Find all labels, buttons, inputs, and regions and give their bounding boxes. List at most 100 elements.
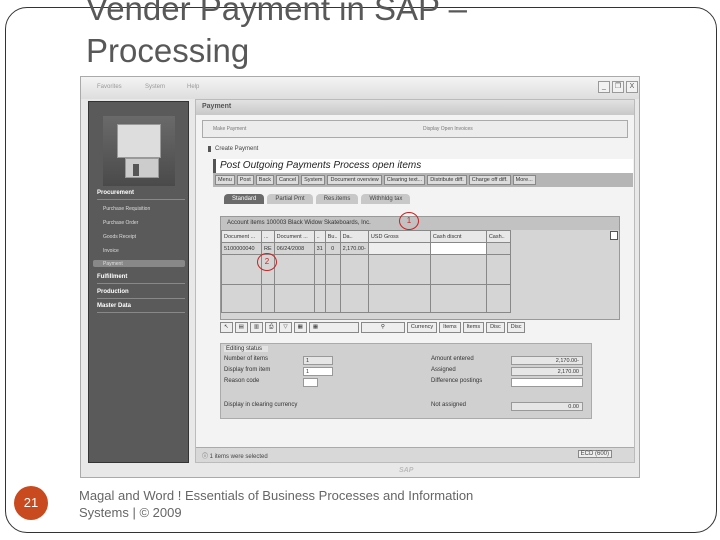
- filter-icon[interactable]: ▽: [279, 322, 292, 333]
- activate-items-button[interactable]: Items: [439, 322, 461, 333]
- menu-system[interactable]: System: [145, 84, 165, 90]
- button-bar: Menu Post Back Cancel System Document ov…: [213, 173, 633, 187]
- system-button[interactable]: System: [301, 175, 326, 185]
- menu-help[interactable]: Help: [187, 84, 199, 90]
- building-image: [103, 116, 175, 186]
- reason-code-label: Reason code: [224, 378, 260, 384]
- status-message: 1 items were selected: [209, 454, 268, 460]
- status-bar: ⓘ 1 items were selected ECD (600): [196, 447, 634, 462]
- tab-partial-pmt[interactable]: Partial Pmt: [267, 194, 313, 204]
- open-items-table: Account items 100003 Black Widow Skatebo…: [220, 212, 620, 320]
- display-clearing-currency-label[interactable]: Display in clearing currency: [224, 402, 297, 408]
- save-icon[interactable]: ▦: [293, 322, 307, 333]
- col-header[interactable]: Da..: [339, 230, 369, 243]
- print-icon[interactable]: ⎙: [265, 322, 278, 333]
- display-from-item-label: Display from item: [224, 367, 271, 373]
- col-header[interactable]: Bu..: [324, 230, 341, 243]
- assigned-label: Assigned: [431, 367, 456, 373]
- page-title: Post Outgoing Payments Process open item…: [213, 159, 633, 173]
- cell: 0: [324, 242, 341, 255]
- details-icon[interactable]: ▦: [308, 322, 359, 333]
- sidebar-item-invoice[interactable]: Invoice: [103, 248, 119, 254]
- charge-off-diff-button[interactable]: Charge off diff.: [468, 175, 511, 185]
- account-items-header: Account items 100003 Black Widow Skatebo…: [221, 217, 619, 230]
- sidebar-item-purchase-order[interactable]: Purchase Order: [103, 220, 138, 226]
- select-all-icon[interactable]: ▤: [234, 322, 248, 333]
- slide-number: 21: [14, 486, 48, 520]
- col-header[interactable]: Cash discnt: [429, 230, 487, 243]
- display-from-item-input[interactable]: 1: [303, 367, 333, 376]
- filter-items-button[interactable]: Items: [462, 322, 485, 333]
- menu-bar: Favorites System Help _ ❐ X: [81, 77, 639, 99]
- filter-disc-button[interactable]: Disc: [506, 322, 526, 333]
- toolbar: Make Payment Display Open Invoices: [202, 120, 628, 138]
- sidebar-item-goods-receipt[interactable]: Goods Receipt: [103, 234, 136, 240]
- menu-button[interactable]: Menu: [215, 175, 235, 185]
- cell: 2,170.00-: [339, 242, 369, 255]
- payment-panel: Payment Make Payment Display Open Invoic…: [195, 99, 635, 463]
- assigned-field: 2,170.00: [511, 367, 583, 376]
- difference-postings-label: Difference postings: [431, 378, 483, 384]
- cell: 31: [313, 242, 326, 255]
- currency-button[interactable]: Currency: [406, 322, 438, 333]
- panel-title: Payment: [196, 100, 634, 115]
- sidebar: Procurement Purchase Requisition Purchas…: [88, 101, 189, 463]
- display-open-invoices-button[interactable]: Display Open Invoices: [423, 126, 473, 132]
- tab-standard[interactable]: Standard: [224, 194, 265, 204]
- difference-postings-input[interactable]: [511, 378, 583, 387]
- tab-withholding-tax[interactable]: Withhldg tax: [361, 194, 411, 204]
- sidebar-section-fulfillment[interactable]: Fulfillment: [97, 274, 185, 284]
- annotation-1: 1: [399, 212, 419, 230]
- sap-logo: SAP: [399, 467, 414, 474]
- distribute-diff-button[interactable]: Distribute diff.: [427, 175, 467, 185]
- minimize-button[interactable]: _: [598, 81, 610, 93]
- select-icon[interactable]: ↖: [220, 322, 233, 333]
- col-header[interactable]: Cash..: [485, 230, 511, 243]
- column-settings-icon[interactable]: [610, 231, 618, 240]
- col-header[interactable]: Document ...: [221, 230, 262, 243]
- sap-screenshot: Favorites System Help _ ❐ X Procurement …: [80, 76, 640, 478]
- annotation-2: 2: [257, 253, 277, 271]
- menu-favorites[interactable]: Favorites: [97, 84, 122, 90]
- cancel-button[interactable]: Cancel: [276, 175, 300, 185]
- reason-code-input[interactable]: [303, 378, 318, 387]
- tab-res-items[interactable]: Res.items: [315, 194, 359, 204]
- post-button[interactable]: Post: [236, 175, 254, 185]
- more-button[interactable]: More...: [512, 175, 536, 185]
- sidebar-section-master-data[interactable]: Master Data: [97, 303, 185, 313]
- editing-status-title: Editing status: [224, 346, 269, 352]
- cell: 5100000040: [221, 242, 262, 255]
- col-header[interactable]: ...: [261, 230, 275, 243]
- make-payment-button[interactable]: Make Payment: [213, 126, 246, 132]
- not-assigned-label: Not assigned: [431, 402, 467, 408]
- document-overview-button[interactable]: Document overview: [327, 175, 382, 185]
- number-of-items-label: Number of items: [224, 356, 269, 362]
- number-of-items-field: 1: [303, 356, 333, 365]
- sidebar-item-payment[interactable]: Payment: [103, 261, 123, 267]
- col-header[interactable]: ..: [313, 230, 326, 243]
- restore-button[interactable]: ❐: [612, 81, 624, 93]
- cell: 06/24/2008: [273, 242, 315, 255]
- clearing-text-button[interactable]: Clearing text...: [383, 175, 426, 185]
- col-header[interactable]: USD Gross: [367, 230, 431, 243]
- back-button[interactable]: Back: [255, 175, 275, 185]
- sidebar-section-production[interactable]: Production: [97, 289, 185, 299]
- search-icon[interactable]: ⚲: [360, 322, 405, 333]
- sidebar-section-procurement[interactable]: Procurement: [97, 190, 185, 200]
- cash-discount-input[interactable]: [367, 242, 431, 255]
- system-indicator[interactable]: ECD (600): [577, 450, 612, 458]
- amount-entered-field: 2,170.00-: [511, 356, 583, 365]
- tab-bar: Standard Partial Pmt Res.items Withhldg …: [224, 194, 411, 204]
- cash-input[interactable]: [429, 242, 487, 255]
- section-title: Create Payment: [208, 146, 258, 152]
- slide-title: Vender Payment in SAP – Processing: [86, 0, 467, 69]
- slide-footer: Magal and Word ! Essentials of Business …: [79, 488, 474, 520]
- activate-disc-button[interactable]: Disc: [486, 322, 505, 333]
- close-button[interactable]: X: [626, 81, 638, 93]
- table-toolbar: ↖ ▤ ▥ ⎙ ▽ ▦ ▦ ⚲ Currency Items Items Dis…: [220, 322, 590, 333]
- col-header[interactable]: Document ...: [273, 230, 315, 243]
- editing-status-panel: Editing status Number of items 1 Display…: [220, 343, 592, 419]
- deselect-icon[interactable]: ▥: [249, 322, 264, 333]
- sidebar-item-purchase-requisition[interactable]: Purchase Requisition: [103, 206, 150, 212]
- amount-entered-label: Amount entered: [431, 356, 474, 362]
